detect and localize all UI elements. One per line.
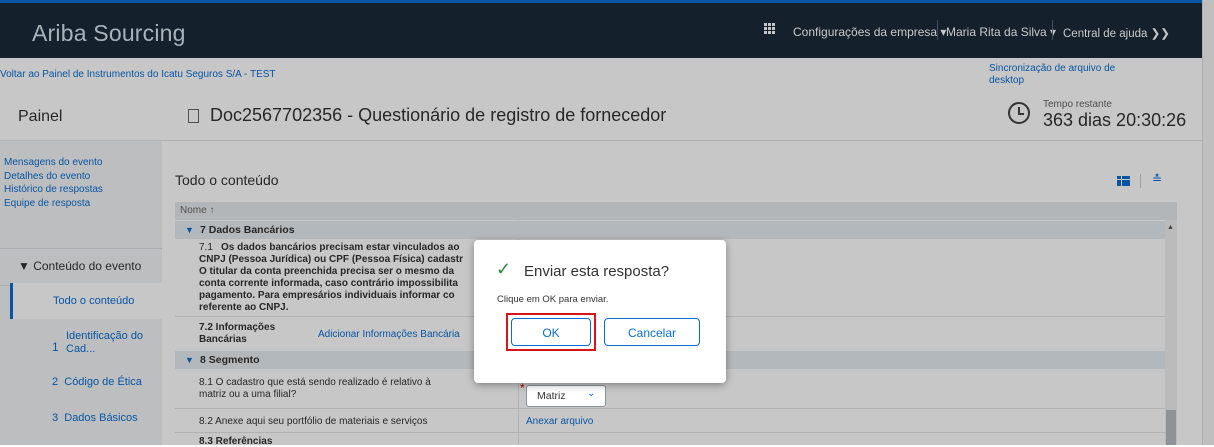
dialog-title: Enviar esta resposta? — [524, 263, 670, 280]
ok-button[interactable]: OK — [511, 318, 591, 346]
check-icon: ✓ — [496, 259, 512, 279]
dialog-message: Clique em OK para enviar. — [497, 294, 609, 305]
confirm-dialog — [474, 240, 726, 383]
required-marker: * — [520, 381, 525, 395]
chevron-down-icon: ⌄ — [587, 388, 596, 399]
cancel-button[interactable]: Cancelar — [604, 318, 700, 346]
select-value: Matriz — [537, 390, 566, 402]
